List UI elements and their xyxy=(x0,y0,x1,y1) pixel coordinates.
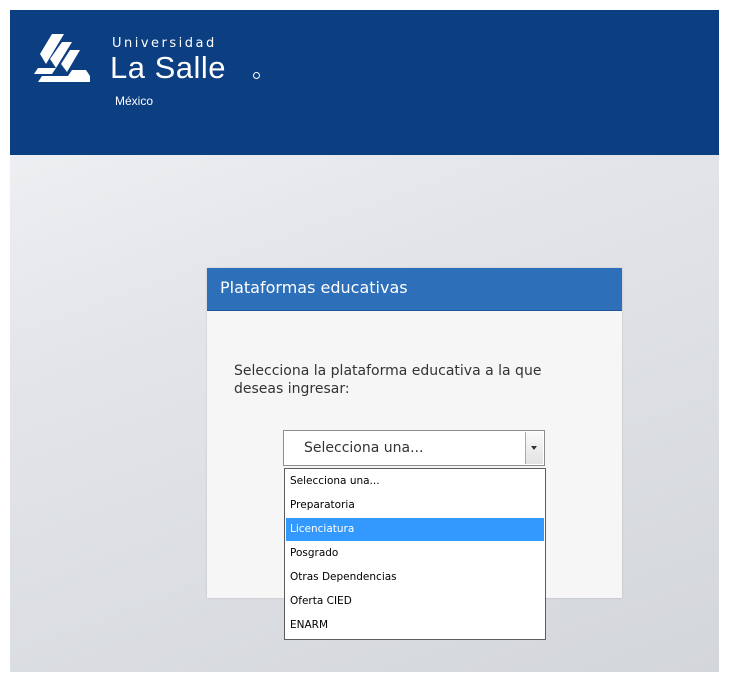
logo-country-text: México xyxy=(115,94,154,108)
platform-select[interactable]: Selecciona una... xyxy=(283,430,545,466)
dropdown-option-licenciatura[interactable]: Licenciatura xyxy=(286,518,544,541)
panel-instruction: Selecciona la plataforma educativa a la … xyxy=(234,363,542,397)
platform-select-value: Selecciona una... xyxy=(304,440,424,456)
logo-name-text: La Salle xyxy=(110,50,227,85)
dropdown-option-enarm[interactable]: ENARM xyxy=(286,614,544,637)
header-banner: Universidad La Salle México xyxy=(10,10,719,155)
dropdown-option-otras-dependencias[interactable]: Otras Dependencias xyxy=(286,566,544,589)
chevron-down-icon xyxy=(531,446,537,450)
dropdown-option-posgrado[interactable]: Posgrado xyxy=(286,542,544,565)
registered-mark-icon xyxy=(253,72,260,79)
dropdown-option-oferta-cied[interactable]: Oferta CIED xyxy=(286,590,544,613)
dropdown-option-selecciona[interactable]: Selecciona una... xyxy=(286,470,544,493)
page-background: Universidad La Salle México Plataformas … xyxy=(10,10,719,672)
platform-dropdown-list: Selecciona una... Preparatoria Licenciat… xyxy=(284,468,546,640)
panel-title: Plataformas educativas xyxy=(220,278,408,297)
dropdown-button[interactable] xyxy=(525,432,543,464)
panel-header: Plataformas educativas xyxy=(207,268,622,311)
dropdown-option-preparatoria[interactable]: Preparatoria xyxy=(286,494,544,517)
logo-university-text: Universidad xyxy=(112,36,217,51)
la-salle-logo-icon xyxy=(34,34,90,82)
